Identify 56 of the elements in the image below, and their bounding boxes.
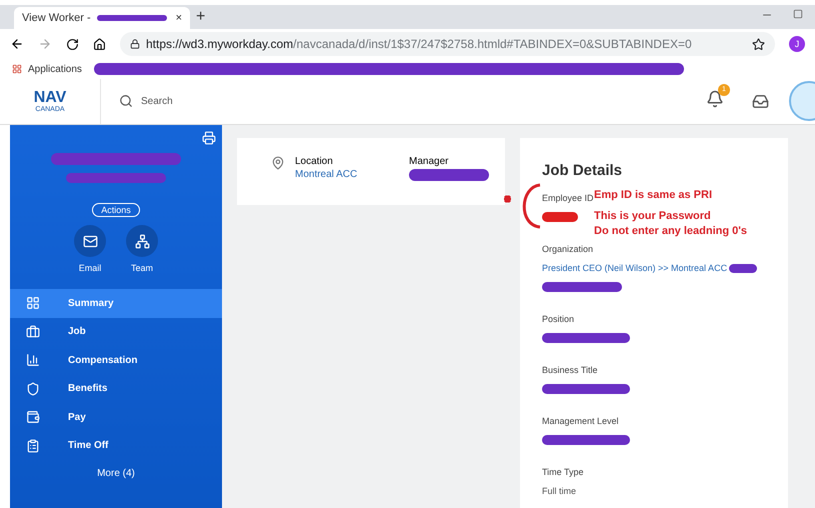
print-icon[interactable] xyxy=(202,131,216,146)
inbox-icon[interactable] xyxy=(752,92,769,110)
card-title: Job Details xyxy=(542,162,624,180)
search-icon xyxy=(119,94,133,108)
annotation-text: Emp ID is same as PRI xyxy=(594,189,713,202)
field-value: Full time xyxy=(542,486,576,496)
mail-icon xyxy=(82,234,98,249)
field-value[interactable]: President CEO (Neil Wilson) >> Montreal ACC xyxy=(542,263,758,274)
field-label: Position xyxy=(542,314,574,324)
location-icon xyxy=(271,156,285,170)
field-label: Management Level xyxy=(542,416,619,426)
quick-link-button[interactable] xyxy=(126,225,158,258)
grid-icon xyxy=(26,296,40,310)
maximize-icon[interactable] xyxy=(793,8,803,19)
sidebar-item[interactable]: Summary xyxy=(10,289,222,318)
annotation-text: This is your Password xyxy=(594,210,712,222)
reload-icon[interactable] xyxy=(66,38,79,51)
browser-tab[interactable]: View Worker - × xyxy=(14,7,190,30)
sidebar-item[interactable]: Time Off xyxy=(10,432,222,460)
actions-button[interactable]: Actions xyxy=(92,203,140,218)
redaction-mark xyxy=(729,264,758,274)
field-label: Location xyxy=(295,156,334,168)
org-chart-icon xyxy=(134,234,150,249)
wallet-icon xyxy=(26,410,40,424)
field-label: Employee ID xyxy=(542,193,594,204)
chart-icon xyxy=(26,353,40,368)
back-icon[interactable] xyxy=(10,37,24,52)
sidebar-item[interactable]: Compensation xyxy=(10,346,222,375)
annotation-text: Do not enter any leadning 0's xyxy=(594,225,747,238)
field-label: Business Title xyxy=(542,365,598,376)
quick-link-label[interactable]: Email xyxy=(78,263,102,274)
field-label: Time Type xyxy=(542,467,584,478)
apps-icon xyxy=(12,64,22,74)
clipboard-icon xyxy=(26,438,40,453)
address-bar[interactable]: https://wd3.myworkday.com/navcanada/d/inst/1$37/247$2758.htmld#TABINDEX=0&SUBTABINDEX=0 xyxy=(120,32,775,56)
sidebar-item[interactable]: Benefits xyxy=(10,374,222,404)
profile-avatar[interactable]: J xyxy=(789,36,805,52)
briefcase-icon xyxy=(26,324,40,339)
search-field[interactable]: Search xyxy=(101,94,706,108)
home-icon[interactable] xyxy=(93,38,106,51)
quick-link-button[interactable] xyxy=(74,225,106,258)
shield-icon xyxy=(26,382,40,396)
field-label: Organization xyxy=(542,244,594,254)
more-link[interactable]: More (4) xyxy=(10,460,222,480)
star-icon[interactable] xyxy=(752,38,765,51)
bookmark[interactable]: Applications xyxy=(28,64,82,75)
notification-icon[interactable] xyxy=(706,90,724,108)
location-link[interactable]: Montreal ACC xyxy=(295,169,399,180)
redaction-mark xyxy=(542,212,578,222)
lock-icon xyxy=(130,39,140,50)
sidebar-item[interactable]: Job xyxy=(10,318,222,346)
field-label: Manager xyxy=(409,156,450,168)
redaction-mark xyxy=(96,15,167,22)
quick-link-label[interactable]: Team xyxy=(130,263,153,274)
sidebar-item[interactable]: Pay xyxy=(10,403,222,432)
new-tab-button[interactable]: + xyxy=(196,8,206,26)
